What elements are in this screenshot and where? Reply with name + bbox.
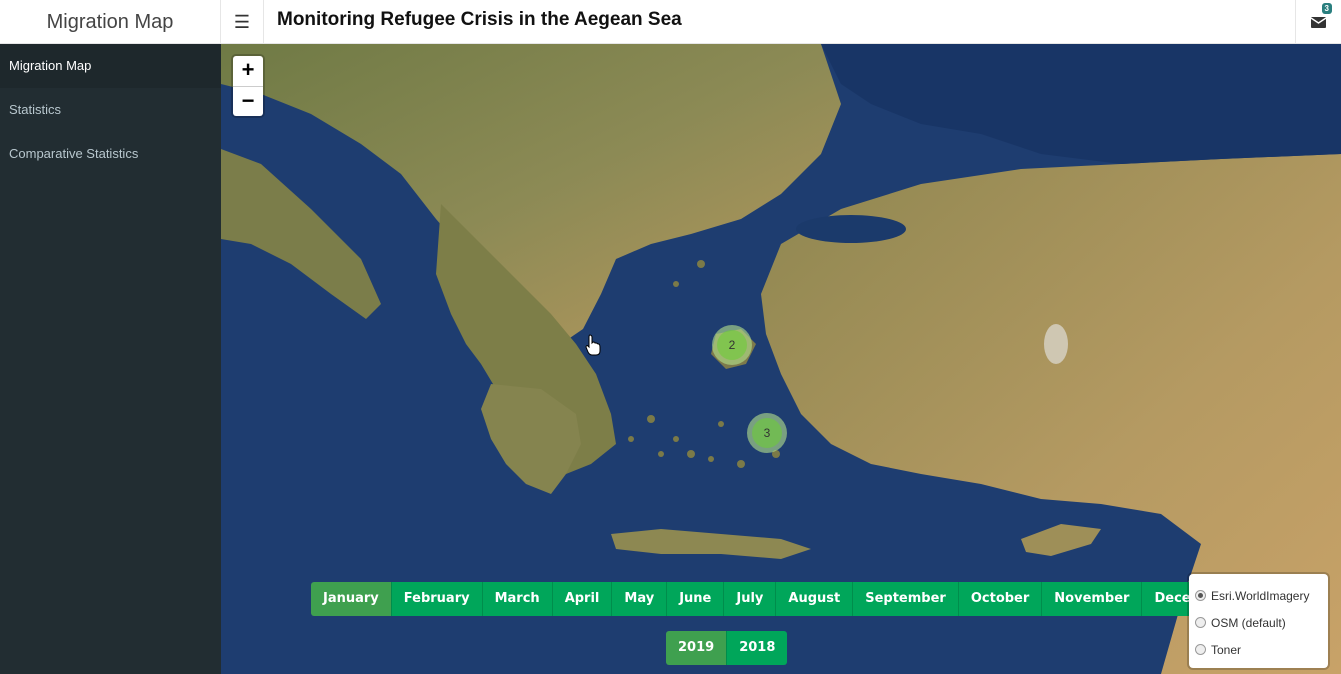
layer-option[interactable]: Esri.WorldImagery bbox=[1195, 582, 1322, 609]
month-button[interactable]: February bbox=[391, 582, 483, 616]
layer-label: Toner bbox=[1211, 642, 1242, 657]
month-button[interactable]: August bbox=[776, 582, 854, 616]
month-button[interactable]: January bbox=[311, 582, 392, 616]
layer-control: Esri.WorldImagery OSM (default) Toner bbox=[1189, 574, 1328, 668]
month-button[interactable]: July bbox=[724, 582, 777, 616]
zoom-out-button[interactable]: − bbox=[233, 86, 263, 116]
hand-cursor-icon bbox=[585, 334, 601, 356]
layer-option[interactable]: OSM (default) bbox=[1195, 609, 1322, 636]
month-selector: January February March April May June July Augu… bbox=[311, 582, 1241, 616]
sidebar: Migration Map Statistics Comparative Stati… bbox=[0, 44, 221, 674]
cluster-count: 3 bbox=[752, 418, 782, 448]
page-title: Monitoring Refugee Crisis in the Aegean … bbox=[277, 9, 682, 30]
hamburger-icon: ☰ bbox=[233, 11, 251, 32]
layer-label: Esri.WorldImagery bbox=[1211, 588, 1310, 603]
year-selector: 2019 2018 bbox=[666, 631, 788, 665]
sidebar-item[interactable]: Statistics bbox=[0, 88, 221, 132]
zoom-control: + − bbox=[233, 56, 263, 116]
radio-icon[interactable] bbox=[1195, 644, 1206, 655]
sidebar-item[interactable]: Comparative Statistics bbox=[0, 132, 221, 176]
marker-cluster[interactable]: 3 bbox=[747, 413, 787, 453]
month-button[interactable]: April bbox=[552, 582, 613, 616]
sidebar-item[interactable]: Migration Map bbox=[0, 44, 221, 88]
sidebar-toggle-button[interactable]: ☰ bbox=[221, 0, 264, 44]
month-button[interactable]: May bbox=[612, 582, 668, 616]
month-button[interactable]: October bbox=[958, 582, 1043, 616]
month-button[interactable]: March bbox=[482, 582, 553, 616]
marker-cluster[interactable]: 2 bbox=[712, 325, 752, 365]
month-button[interactable]: September bbox=[853, 582, 959, 616]
brand-logo[interactable]: Migration Map bbox=[0, 0, 221, 44]
map-container[interactable]: + − 2 3 January February March April May June… bbox=[221, 44, 1341, 674]
radio-icon[interactable] bbox=[1195, 617, 1206, 628]
satellite-basemap bbox=[221, 44, 1341, 674]
messages-button[interactable]: 3 bbox=[1295, 0, 1341, 44]
month-button[interactable]: November bbox=[1042, 582, 1143, 616]
layer-option[interactable]: Toner bbox=[1195, 636, 1322, 663]
year-button[interactable]: 2018 bbox=[727, 631, 788, 665]
envelope-icon bbox=[1311, 17, 1326, 28]
month-button[interactable]: June bbox=[667, 582, 725, 616]
radio-icon[interactable] bbox=[1195, 590, 1206, 601]
layer-label: OSM (default) bbox=[1211, 615, 1286, 630]
header: Migration Map ☰ Monitoring Refugee Crisi… bbox=[0, 0, 1341, 44]
notification-badge: 3 bbox=[1321, 3, 1332, 14]
cluster-count: 2 bbox=[717, 330, 747, 360]
year-button[interactable]: 2019 bbox=[666, 631, 728, 665]
zoom-in-button[interactable]: + bbox=[233, 56, 263, 86]
